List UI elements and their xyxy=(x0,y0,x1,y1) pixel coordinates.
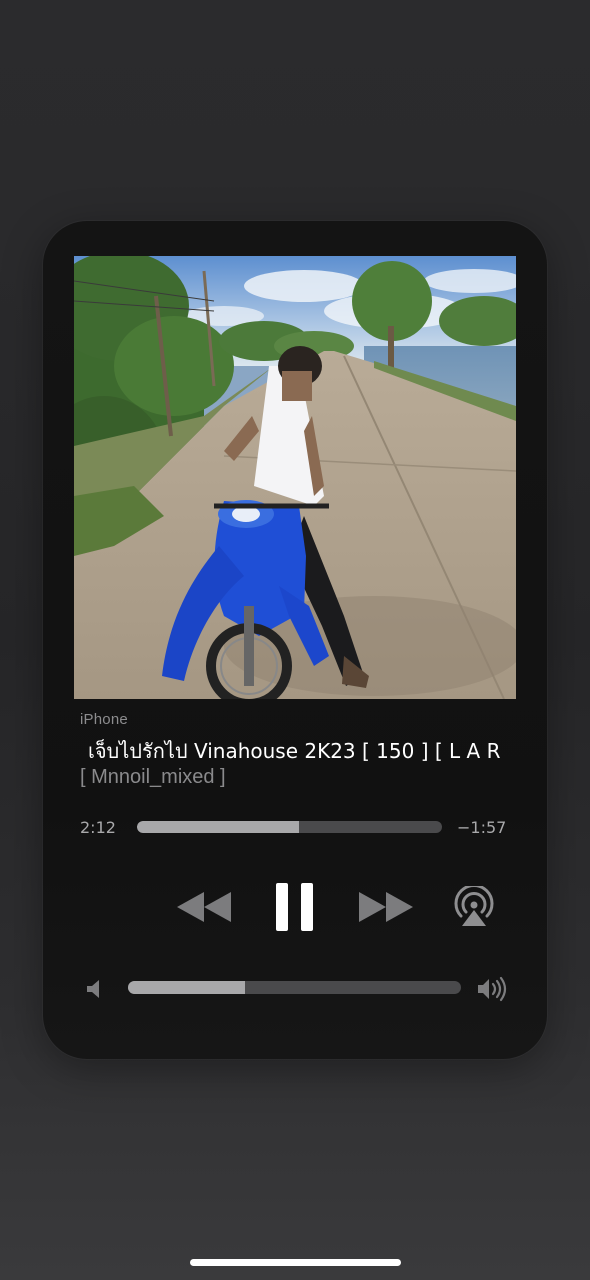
playback-progress-fill xyxy=(137,821,299,833)
volume-level-fill xyxy=(128,981,245,994)
rewind-icon xyxy=(177,892,231,922)
album-artwork xyxy=(74,256,516,699)
home-indicator[interactable] xyxy=(190,1259,401,1266)
pause-icon xyxy=(276,883,313,931)
track-title: เจ็บไปรักไป Vinahouse 2K23 [ 150 ] [ L A… xyxy=(88,739,501,763)
rewind-button[interactable] xyxy=(175,889,233,925)
airplay-audio-icon xyxy=(454,886,494,926)
remaining-time: −1:57 xyxy=(457,818,507,837)
elapsed-time: 2:12 xyxy=(80,818,116,837)
fast-forward-icon xyxy=(359,892,413,922)
speaker-high-icon xyxy=(478,976,507,1002)
volume-slider[interactable] xyxy=(128,981,461,994)
volume-high-button[interactable] xyxy=(476,976,512,1002)
playback-scrubber[interactable] xyxy=(137,821,442,833)
fast-forward-button[interactable] xyxy=(357,889,415,925)
now-playing-card: iPhone เจ็บไปรักไป Vinahouse 2K23 [ 150 … xyxy=(43,221,547,1059)
track-artist: [ Mnnoil_mixed ] xyxy=(80,766,226,788)
output-device-label: iPhone xyxy=(80,711,128,728)
speaker-low-icon xyxy=(87,980,99,998)
volume-low-button[interactable] xyxy=(85,978,107,1000)
airplay-button[interactable] xyxy=(451,885,497,929)
pause-button[interactable] xyxy=(271,881,319,933)
